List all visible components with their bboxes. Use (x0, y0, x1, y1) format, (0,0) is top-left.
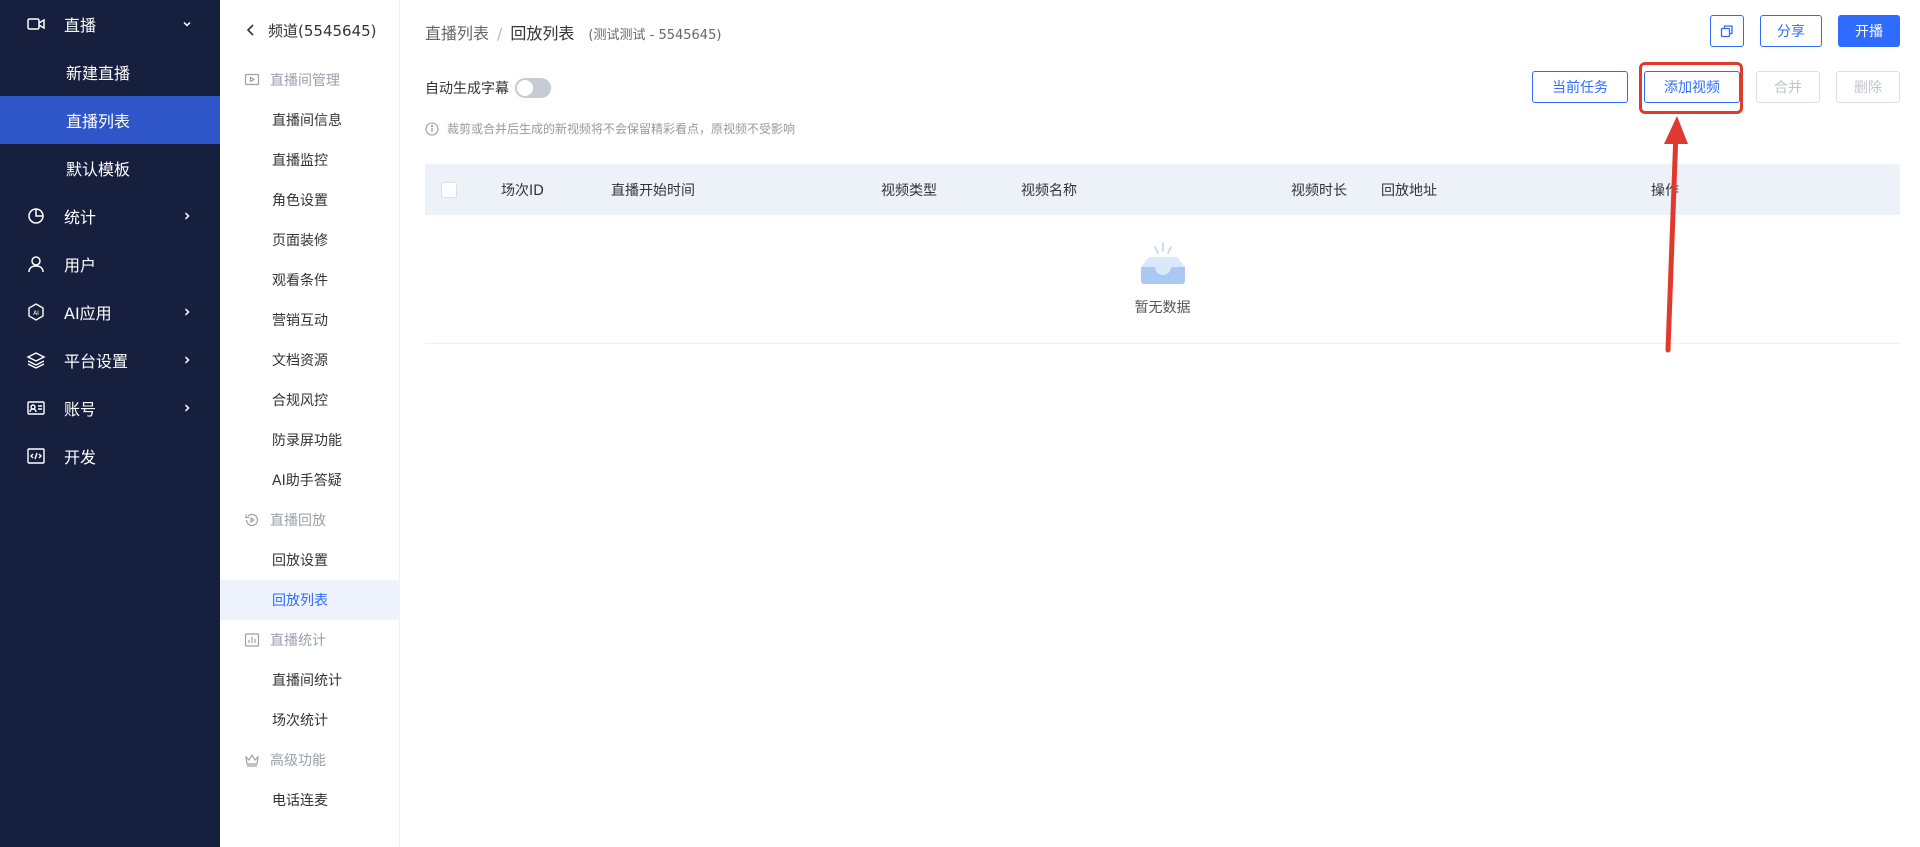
nav-develop-label: 开发 (64, 448, 97, 467)
group-title-label: 直播回放 (270, 513, 326, 529)
group-title-label: 高级功能 (270, 753, 326, 769)
pie-chart-icon (26, 206, 46, 226)
video-camera-icon (26, 14, 46, 34)
subnav-item[interactable]: 角色设置 (220, 180, 399, 220)
id-card-icon (26, 398, 46, 418)
empty-box-icon (1135, 241, 1191, 289)
replay-icon (244, 512, 260, 528)
nav-account[interactable]: 账号 (0, 384, 220, 432)
group-room-management: 直播间管理 (220, 60, 399, 100)
chevron-right-icon (180, 353, 194, 367)
ai-hexagon-icon: AI (26, 302, 46, 322)
breadcrumb-subtitle: (测试测试 - 5545645) (588, 28, 722, 43)
group-replay: 直播回放 (220, 500, 399, 540)
col-session-id: 场次ID (501, 182, 544, 199)
breadcrumb-current: 回放列表 (510, 24, 575, 43)
nav-ai-apps-label: AI应用 (64, 304, 112, 323)
user-icon (26, 254, 46, 274)
subnav-item[interactable]: AI助手答疑 (220, 460, 399, 500)
svg-text:AI: AI (33, 310, 39, 317)
nav-ai-apps[interactable]: AI AI应用 (0, 288, 220, 336)
hint-text: 裁剪或合并后生成的新视频将不会保留精彩看点，原视频不受影响 (447, 122, 796, 136)
hint-row: 裁剪或合并后生成的新视频将不会保留精彩看点，原视频不受影响 (425, 120, 795, 137)
auto-subtitle-label: 自动生成字幕 (425, 81, 509, 97)
nav-account-label: 账号 (64, 400, 97, 419)
nav-live[interactable]: 直播 (0, 0, 220, 48)
replay-table: 场次ID 直播开始时间 视频类型 视频名称 视频时长 回放地址 操作 暂无数据 (425, 164, 1900, 344)
select-all-cell (441, 164, 457, 215)
group-title-label: 直播统计 (270, 633, 326, 649)
breadcrumb: 直播列表 / 回放列表 (测试测试 - 5545645) (425, 20, 721, 44)
subnav-item-replay-settings[interactable]: 回放设置 (220, 540, 399, 580)
subnav-item[interactable]: 观看条件 (220, 260, 399, 300)
back-to-channel[interactable]: 频道(5545645) (220, 0, 399, 60)
current-task-button[interactable]: 当前任务 (1532, 71, 1628, 103)
main-content: 直播列表 / 回放列表 (测试测试 - 5545645) 分享 开播 自动生成字… (401, 0, 1920, 847)
table-header: 场次ID 直播开始时间 视频类型 视频名称 视频时长 回放地址 操作 (425, 164, 1900, 215)
nav-platform-settings[interactable]: 平台设置 (0, 336, 220, 384)
subnav-item[interactable]: 电话连麦 (220, 780, 399, 820)
table-empty-state: 暂无数据 (425, 215, 1900, 344)
channel-title: 频道(5545645) (268, 21, 377, 40)
auto-subtitle-switch[interactable] (515, 78, 551, 98)
col-actions: 操作 (1651, 182, 1679, 199)
nav-live-label: 直播 (64, 16, 97, 35)
crown-icon (244, 752, 260, 768)
col-video-name: 视频名称 (1021, 182, 1077, 199)
chevron-right-icon (180, 401, 194, 415)
list-actions: 当前任务 添加视频 合并 删除 (1532, 71, 1900, 103)
copy-button[interactable] (1710, 15, 1744, 47)
nav-users-label: 用户 (64, 256, 97, 275)
subnav-item-replay-list[interactable]: 回放列表 (220, 580, 399, 620)
col-video-duration: 视频时长 (1291, 182, 1347, 199)
subnav-item[interactable]: 营销互动 (220, 300, 399, 340)
add-video-button[interactable]: 添加视频 (1644, 71, 1740, 103)
nav-live-template[interactable]: 默认模板 (0, 144, 220, 192)
info-icon (425, 121, 439, 136)
subnav-item[interactable]: 合规风控 (220, 380, 399, 420)
nav-platform-settings-label: 平台设置 (64, 352, 129, 371)
merge-button[interactable]: 合并 (1756, 71, 1820, 103)
chevron-right-icon (180, 305, 194, 319)
main-sidebar: 直播 新建直播 直播列表 默认模板 统计 用户 AI AI应用 平台设置 账号 … (0, 0, 220, 847)
chevron-right-icon (180, 209, 194, 223)
play-screen-icon (244, 72, 260, 88)
col-start-time: 直播开始时间 (611, 182, 695, 199)
subnav-item[interactable]: 页面装修 (220, 220, 399, 260)
layers-icon (26, 350, 46, 370)
subnav-item[interactable]: 直播间信息 (220, 100, 399, 140)
nav-statistics[interactable]: 统计 (0, 192, 220, 240)
delete-button[interactable]: 删除 (1836, 71, 1900, 103)
select-all-checkbox[interactable] (441, 181, 457, 198)
nav-live-list[interactable]: 直播列表 (0, 96, 220, 144)
group-advanced: 高级功能 (220, 740, 399, 780)
col-video-type: 视频类型 (881, 182, 937, 199)
chevron-down-icon (180, 17, 194, 31)
subnav-item[interactable]: 直播监控 (220, 140, 399, 180)
top-actions: 分享 开播 (1710, 15, 1900, 47)
code-icon (26, 446, 46, 466)
empty-text: 暂无数据 (1134, 300, 1191, 316)
col-replay-url: 回放地址 (1381, 182, 1437, 199)
share-button[interactable]: 分享 (1760, 15, 1822, 47)
breadcrumb-parent[interactable]: 直播列表 (425, 20, 489, 44)
copy-icon (1720, 24, 1734, 38)
breadcrumb-separator: / (497, 24, 503, 43)
subnav-item[interactable]: 文档资源 (220, 340, 399, 380)
subnav-item[interactable]: 直播间统计 (220, 660, 399, 700)
group-statistics: 直播统计 (220, 620, 399, 660)
nav-live-new[interactable]: 新建直播 (0, 48, 220, 96)
nav-develop[interactable]: 开发 (0, 432, 220, 480)
bar-chart-icon (244, 632, 260, 648)
chevron-left-icon (244, 23, 258, 37)
subnav-item[interactable]: 防录屏功能 (220, 420, 399, 460)
auto-subtitle-row: 自动生成字幕 (425, 78, 551, 98)
nav-users[interactable]: 用户 (0, 240, 220, 288)
start-live-button[interactable]: 开播 (1838, 15, 1900, 47)
group-title-label: 直播间管理 (270, 73, 340, 89)
channel-subnav: 频道(5545645) 直播间管理 直播间信息 直播监控 角色设置 页面装修 观… (220, 0, 400, 847)
nav-statistics-label: 统计 (64, 208, 97, 227)
subnav-item[interactable]: 场次统计 (220, 700, 399, 740)
